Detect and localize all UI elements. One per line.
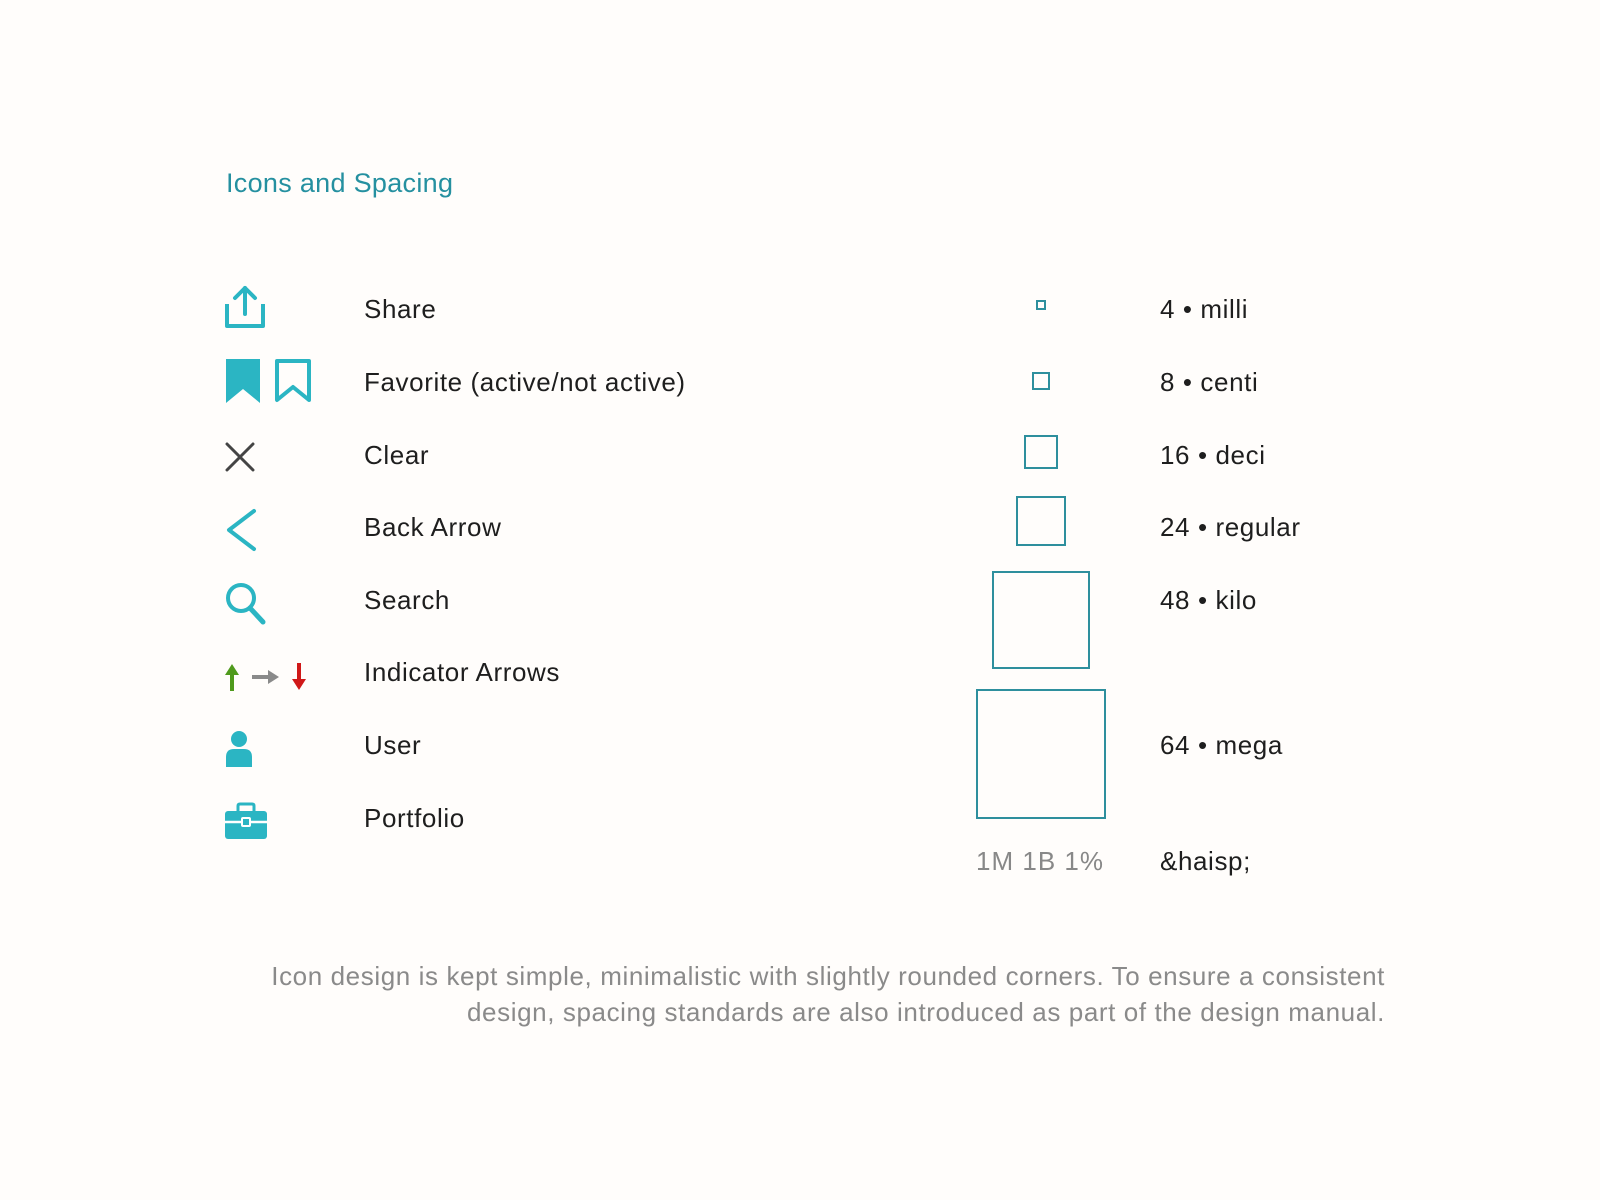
- indicator-arrows-icon: [224, 652, 334, 702]
- page: Icons and Spacing Share Favorite (active…: [0, 0, 1600, 1200]
- search-icon: [224, 578, 334, 628]
- icon-label-user: User: [364, 730, 422, 760]
- chevron-left-icon: [224, 505, 334, 555]
- caption-line-2: design, spacing standards are also intro…: [467, 997, 1385, 1027]
- spacing-label-24: 24 • regular: [1160, 512, 1301, 542]
- spacing-footer-label: &haisp;: [1160, 846, 1251, 876]
- spacing-square-8: [1032, 372, 1050, 390]
- icon-label-share: Share: [364, 294, 437, 324]
- bookmark-icon: [224, 356, 334, 406]
- icon-label-portfolio: Portfolio: [364, 803, 465, 833]
- briefcase-icon: [224, 796, 334, 846]
- spacing-label-16: 16 • deci: [1160, 440, 1266, 470]
- caption-line-1: Icon design is kept simple, minimalistic…: [271, 961, 1385, 991]
- spacing-label-64: 64 • mega: [1160, 730, 1283, 760]
- icon-label-search: Search: [364, 585, 450, 615]
- user-icon: [224, 724, 334, 774]
- page-title: Icons and Spacing: [226, 168, 454, 198]
- share-icon: [224, 282, 334, 332]
- spacing-label-8: 8 • centi: [1160, 367, 1259, 397]
- spacing-square-64: [976, 689, 1106, 819]
- spacing-label-4: 4 • milli: [1160, 294, 1249, 324]
- page-caption: Icon design is kept simple, minimalistic…: [265, 958, 1385, 1030]
- spacing-square-24: [1016, 496, 1066, 546]
- icon-label-clear: Clear: [364, 440, 430, 470]
- spacing-scale-note: 1M 1B 1%: [976, 846, 1104, 876]
- spacing-square-16: [1024, 435, 1058, 469]
- spacing-square-48: [992, 571, 1090, 669]
- close-icon: [224, 432, 334, 482]
- icon-label-back-arrow: Back Arrow: [364, 512, 502, 542]
- spacing-label-48: 48 • kilo: [1160, 585, 1257, 615]
- spacing-square-4: [1036, 300, 1046, 310]
- icon-label-indicator-arrows: Indicator Arrows: [364, 657, 561, 687]
- icon-label-favorite: Favorite (active/not active): [364, 367, 686, 397]
